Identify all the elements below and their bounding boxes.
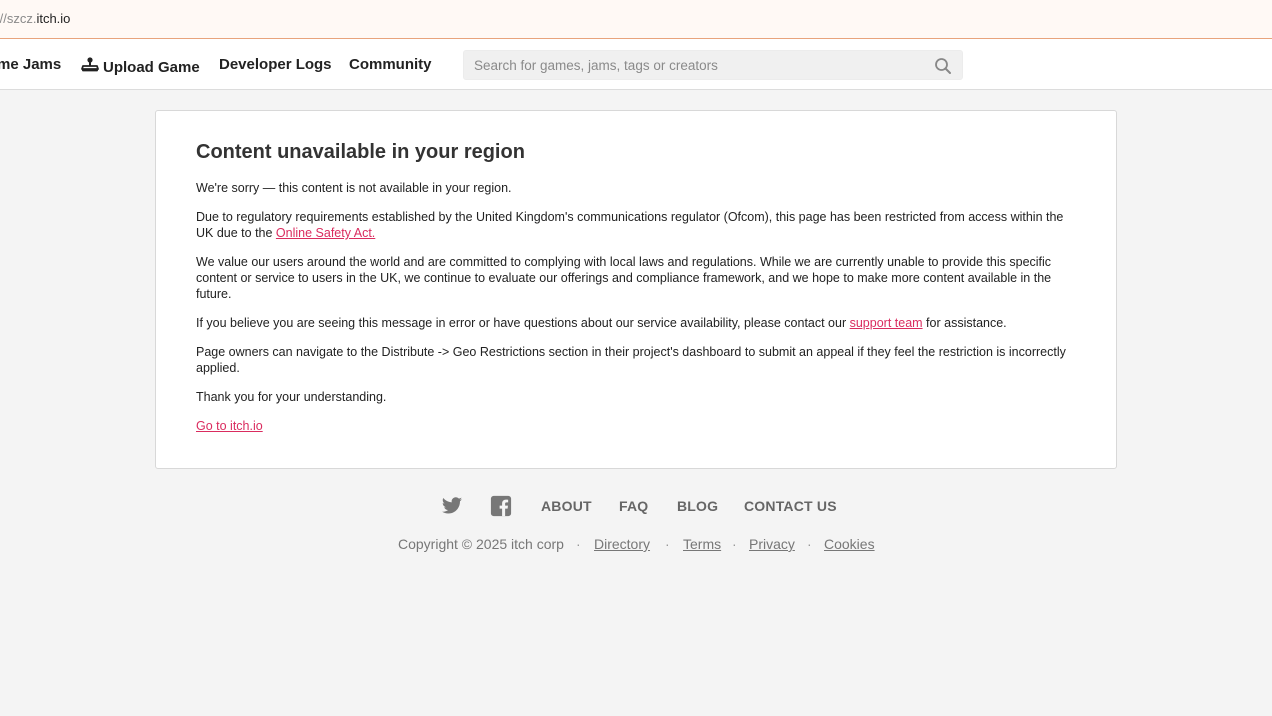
home-link-row: Go to itch.io bbox=[196, 418, 1076, 434]
search-icon[interactable] bbox=[934, 57, 952, 75]
browser-url-bar[interactable]: ://szcz.itch.io bbox=[0, 0, 1272, 39]
footer-terms-link[interactable]: Terms bbox=[683, 536, 721, 552]
nav-game-jams[interactable]: me Jams bbox=[0, 56, 61, 73]
copyright: Copyright © 2025 itch corp bbox=[398, 536, 564, 552]
notice-paragraph-2: Due to regulatory requirements establish… bbox=[196, 210, 1064, 240]
go-to-itch-link[interactable]: Go to itch.io bbox=[196, 419, 263, 433]
notice-paragraph-3: We value our users around the world and … bbox=[196, 255, 1052, 301]
notice-paragraph-1: We're sorry — this content is not availa… bbox=[196, 181, 512, 195]
online-safety-act-link[interactable]: Online Safety Act. bbox=[276, 226, 375, 240]
footer-directory-link[interactable]: Directory bbox=[594, 536, 650, 552]
region-notice-card: Content unavailable in your region We're… bbox=[155, 110, 1117, 469]
search-box bbox=[463, 50, 963, 80]
footer-social: ABOUT FAQ BLOG CONTACT US bbox=[0, 495, 1272, 517]
facebook-icon[interactable] bbox=[490, 495, 512, 517]
nav-community[interactable]: Community bbox=[349, 56, 432, 73]
joystick-icon bbox=[81, 57, 99, 72]
footer-faq-link[interactable]: FAQ bbox=[619, 498, 648, 514]
separator: · bbox=[576, 536, 581, 552]
separator: · bbox=[807, 536, 812, 552]
notice-paragraph-6: Thank you for your understanding. bbox=[196, 390, 387, 404]
notice-paragraph-5: Page owners can navigate to the Distribu… bbox=[196, 345, 1066, 375]
page-title: Content unavailable in your region bbox=[196, 141, 525, 163]
site-header: me Jams Upload Game Developer Logs Commu… bbox=[0, 39, 1272, 90]
footer-blog-link[interactable]: BLOG bbox=[677, 498, 718, 514]
twitter-icon[interactable] bbox=[441, 495, 463, 517]
footer-contact-link[interactable]: CONTACT US bbox=[744, 498, 837, 514]
footer-cookies-link[interactable]: Cookies bbox=[824, 536, 875, 552]
nav-upload-game[interactable]: Upload Game bbox=[81, 56, 200, 76]
footer-privacy-link[interactable]: Privacy bbox=[749, 536, 795, 552]
separator: · bbox=[732, 536, 737, 552]
search-input[interactable] bbox=[464, 51, 924, 79]
notice-paragraph-4: If you believe you are seeing this messa… bbox=[196, 316, 1007, 330]
footer-about-link[interactable]: ABOUT bbox=[541, 498, 592, 514]
separator: · bbox=[665, 536, 670, 552]
url-text[interactable]: ://szcz.itch.io bbox=[0, 11, 70, 26]
support-team-link[interactable]: support team bbox=[850, 316, 923, 330]
nav-developer-logs[interactable]: Developer Logs bbox=[219, 56, 332, 73]
